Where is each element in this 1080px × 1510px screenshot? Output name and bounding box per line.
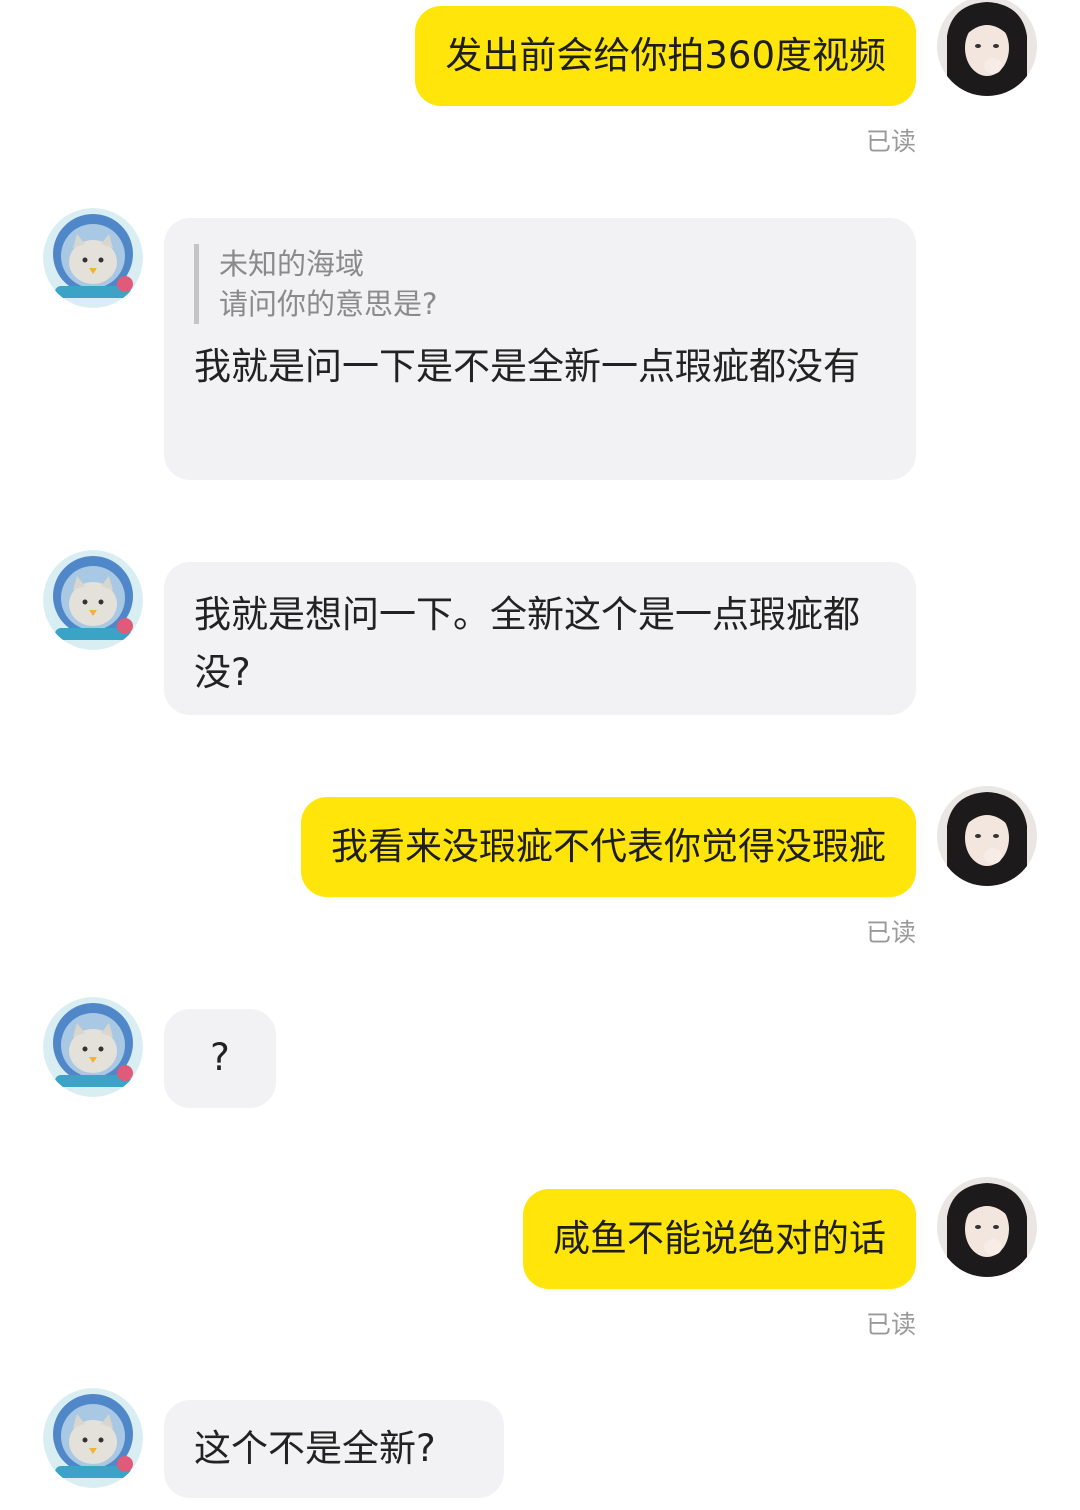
self-avatar[interactable] bbox=[937, 0, 1037, 96]
self-avatar[interactable] bbox=[937, 786, 1037, 886]
contact-avatar[interactable] bbox=[43, 208, 143, 308]
quoted-text: 请问你的意思是? bbox=[219, 287, 438, 321]
outgoing-message-bubble[interactable]: 咸鱼不能说绝对的话 bbox=[523, 1189, 916, 1289]
quoted-message[interactable]: 未知的海域 请问你的意思是? bbox=[194, 244, 886, 324]
message-text: 我看来没瑕疵不代表你觉得没瑕疵 bbox=[331, 825, 886, 868]
incoming-message-bubble[interactable]: 这个不是全新? bbox=[164, 1400, 504, 1498]
quoted-author: 未知的海域 bbox=[219, 247, 365, 281]
contact-avatar[interactable] bbox=[43, 997, 143, 1097]
message-text: 我就是想问一下。全新这个是一点瑕疵都没? bbox=[194, 593, 860, 694]
message-text: 发出前会给你拍360度视频 bbox=[445, 34, 886, 77]
outgoing-message-bubble[interactable]: 发出前会给你拍360度视频 bbox=[415, 6, 916, 106]
self-avatar[interactable] bbox=[937, 1177, 1037, 1277]
contact-avatar[interactable] bbox=[43, 550, 143, 650]
message-text: 我就是问一下是不是全新一点瑕疵都没有 bbox=[194, 345, 860, 388]
message-text: 咸鱼不能说绝对的话 bbox=[553, 1217, 886, 1260]
read-status: 已读 bbox=[865, 127, 916, 156]
message-text: 这个不是全新? bbox=[194, 1427, 436, 1470]
read-status: 已读 bbox=[865, 918, 916, 947]
incoming-message-bubble[interactable]: 我就是想问一下。全新这个是一点瑕疵都没? bbox=[164, 562, 916, 715]
read-status: 已读 bbox=[865, 1310, 916, 1339]
contact-avatar[interactable] bbox=[43, 1388, 143, 1488]
incoming-message-bubble[interactable]: ? bbox=[164, 1009, 276, 1108]
message-text: ? bbox=[210, 1036, 230, 1079]
incoming-message-bubble[interactable]: 未知的海域 请问你的意思是? 我就是问一下是不是全新一点瑕疵都没有 bbox=[164, 218, 916, 480]
outgoing-message-bubble[interactable]: 我看来没瑕疵不代表你觉得没瑕疵 bbox=[301, 797, 916, 897]
